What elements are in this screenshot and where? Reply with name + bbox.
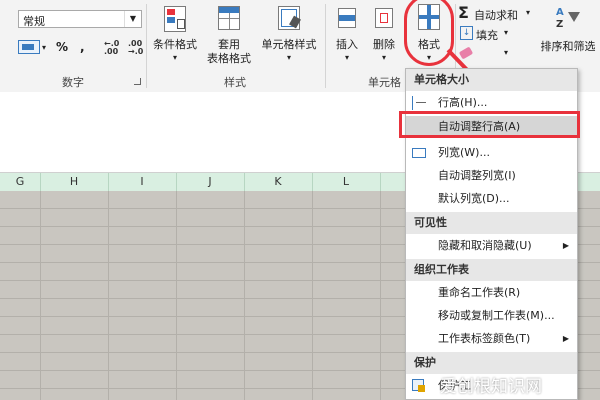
percent-button[interactable]: % <box>56 40 68 54</box>
separator <box>325 4 326 88</box>
comma-button[interactable]: , <box>80 40 85 54</box>
chevron-down-icon: ▾ <box>504 28 509 37</box>
table-format-icon <box>218 6 240 30</box>
sort-filter-icon: A Z <box>556 6 582 32</box>
format-as-table-label1: 套用 <box>218 38 240 51</box>
cell-style-button[interactable]: 单元格样式 ▾ <box>258 6 320 66</box>
highlight-box <box>399 111 580 138</box>
section-cell-size: 单元格大小 <box>406 69 577 91</box>
group-number-label: 数字 <box>62 76 84 89</box>
row-height-icon <box>412 96 426 110</box>
insert-button[interactable]: 插入 ▾ <box>330 6 364 66</box>
sort-filter-button[interactable]: A Z 排序和筛选 <box>536 6 600 66</box>
watermark: 爱创根知识网 <box>440 377 542 397</box>
decrease-decimal-button[interactable]: .00 →.0 <box>128 40 143 56</box>
conditional-format-icon <box>164 6 186 32</box>
conditional-format-button[interactable]: 条件格式 ▾ <box>150 6 200 66</box>
cell-style-label: 单元格样式 <box>261 38 317 51</box>
group-cells-label: 单元格 <box>368 76 401 89</box>
chevron-down-icon: ▾ <box>526 8 531 17</box>
separator <box>146 4 147 88</box>
autosum-button[interactable]: Σ 自动求和 ▾ <box>458 3 534 22</box>
section-visibility: 可见性 <box>406 212 577 234</box>
number-buttons: ▾ % , ←.0 .00 .00 →.0 <box>18 40 148 56</box>
fill-down-icon: ↓ <box>460 26 473 40</box>
menu-item-label: 移动或复制工作表(M)... <box>438 309 555 322</box>
group-style-label: 样式 <box>224 76 246 89</box>
delete-icon <box>375 8 393 28</box>
menu-item-move-copy-sheet[interactable]: 移动或复制工作表(M)... <box>406 305 577 327</box>
column-header[interactable]: H <box>40 173 109 191</box>
column-header[interactable]: J <box>176 173 245 191</box>
chevron-right-icon: ▶ <box>562 241 569 250</box>
insert-icon <box>338 8 356 28</box>
column-header[interactable]: I <box>108 173 177 191</box>
column-width-icon <box>412 146 426 160</box>
delete-label: 删除 <box>373 38 395 51</box>
number-format-value: 常规 <box>23 15 45 28</box>
menu-item-label: 自动调整列宽(I) <box>438 169 516 182</box>
currency-dropdown-icon[interactable]: ▾ <box>42 43 46 52</box>
menu-item-default-width[interactable]: 默认列宽(D)... <box>406 188 577 210</box>
format-as-table-label2: 表格格式 <box>207 52 251 65</box>
menu-item-column-width[interactable]: 列宽(W)... <box>406 142 577 164</box>
menu-item-hide-unhide[interactable]: 隐藏和取消隐藏(U) ▶ <box>406 235 577 257</box>
column-header[interactable]: G <box>0 173 41 191</box>
increase-decimal-button[interactable]: ←.0 .00 <box>104 40 119 56</box>
format-as-table-button[interactable]: 套用 表格格式 <box>202 6 256 70</box>
menu-item-label: 行高(H)... <box>438 96 488 109</box>
menu-item-rename-sheet[interactable]: 重命名工作表(R) <box>406 282 577 304</box>
protect-sheet-icon <box>412 379 426 393</box>
insert-label: 插入 <box>336 38 358 51</box>
conditional-format-label: 条件格式 <box>153 38 197 51</box>
section-organize-sheets: 组织工作表 <box>406 259 577 281</box>
menu-item-tab-color[interactable]: 工作表标签颜色(T) ▶ <box>406 328 577 350</box>
chevron-down-icon: ▾ <box>172 53 177 62</box>
menu-item-label: 重命名工作表(R) <box>438 286 521 299</box>
menu-item-label: 默认列宽(D)... <box>438 192 510 205</box>
section-protection: 保护 <box>406 352 577 374</box>
currency-icon[interactable] <box>18 40 40 54</box>
number-format-select[interactable]: 常规 ▼ <box>18 10 142 28</box>
sort-filter-label: 排序和筛选 <box>540 40 596 53</box>
chevron-down-icon: ▾ <box>344 53 349 62</box>
column-header[interactable]: K <box>244 173 313 191</box>
chevron-down-icon: ▾ <box>381 53 386 62</box>
menu-item-label: 列宽(W)... <box>438 146 490 159</box>
chevron-down-icon: ▾ <box>286 53 291 62</box>
menu-item-label: 隐藏和取消隐藏(U) <box>438 239 532 252</box>
cell-style-icon <box>278 6 301 30</box>
sigma-icon: Σ <box>458 3 469 22</box>
chevron-down-icon[interactable]: ▼ <box>124 11 141 27</box>
delete-button[interactable]: 删除 ▾ <box>366 6 402 66</box>
autosum-label: 自动求和 <box>474 9 518 22</box>
menu-item-label: 工作表标签颜色(T) <box>438 332 531 345</box>
chevron-right-icon: ▶ <box>562 334 569 343</box>
menu-item-autofit-column-width[interactable]: 自动调整列宽(I) <box>406 165 577 187</box>
column-header[interactable]: L <box>312 173 381 191</box>
number-launcher-icon[interactable] <box>134 78 141 85</box>
